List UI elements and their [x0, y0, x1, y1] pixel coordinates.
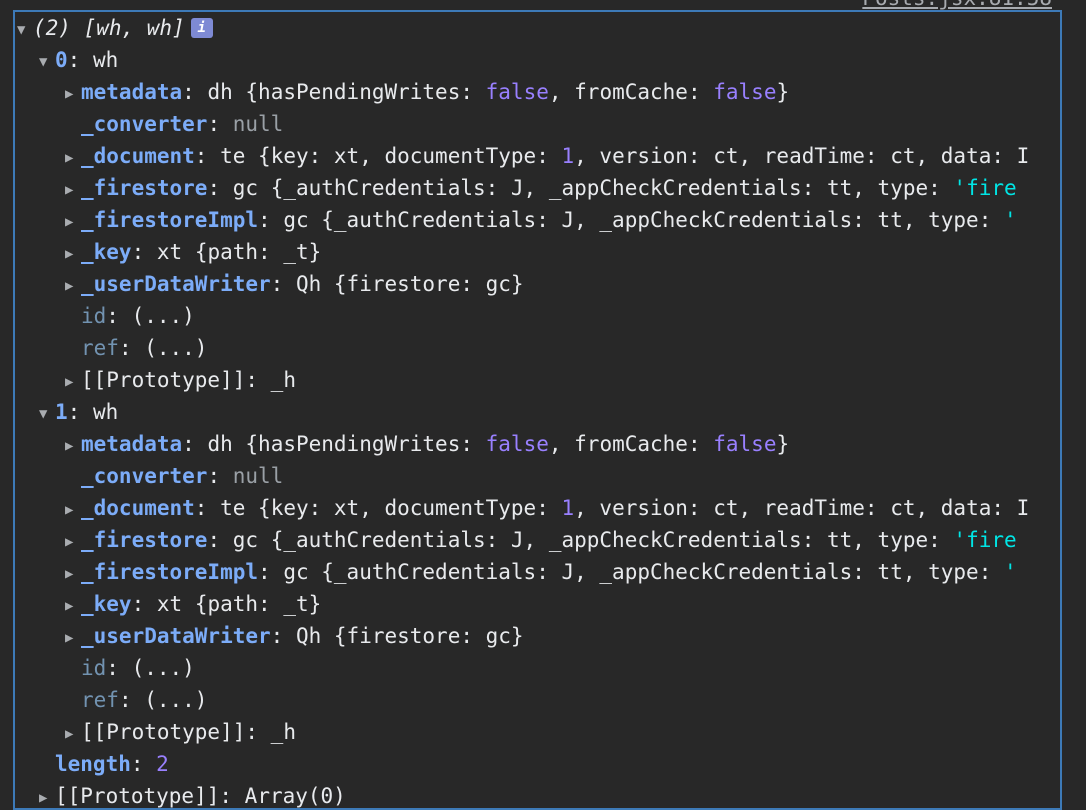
collapse-triangle-icon[interactable]: ▶: [65, 78, 81, 110]
property-row-converter: _converter: null: [81, 464, 284, 488]
array-summary: (2) [wh, wh]: [33, 16, 185, 40]
collapse-triangle-icon[interactable]: ▶: [65, 590, 81, 622]
property-row-document[interactable]: ▶ _document: te {key: xt, documentType: 1…: [65, 140, 1029, 172]
collapse-triangle-icon[interactable]: ▶: [65, 366, 81, 398]
property-row-metadata[interactable]: ▶ metadata: dh {hasPendingWrites: false, …: [65, 76, 789, 108]
console-object-tree: ▼ (2) [wh, wh] i ▼ 0: wh ▶ metadata: dh {has…: [13, 10, 1062, 810]
property-row-user-data-writer[interactable]: ▶ _userDataWriter: Qh {firestore: gc}: [65, 620, 524, 652]
collapse-triangle-icon[interactable]: ▶: [65, 494, 81, 526]
collapse-triangle-icon[interactable]: ▶: [65, 526, 81, 558]
source-link[interactable]: Posts.jsx:81:58: [862, 0, 1052, 10]
property-row-user-data-writer[interactable]: ▶ _userDataWriter: Qh {firestore: gc}: [65, 268, 524, 300]
property-row-array-prototype[interactable]: ▶ [[Prototype]]: Array(0): [39, 780, 346, 808]
collapse-triangle-icon[interactable]: ▶: [65, 718, 81, 750]
array-root-row[interactable]: ▼ (2) [wh, wh] i: [17, 12, 213, 44]
property-row-prototype[interactable]: ▶ [[Prototype]]: _h: [65, 364, 296, 396]
property-row-firestore[interactable]: ▶ _firestore: gc {_authCredentials: J, _a…: [65, 524, 1017, 556]
property-row-converter: _converter: null: [81, 112, 284, 136]
collapse-triangle-icon[interactable]: ▶: [65, 270, 81, 302]
property-row-metadata[interactable]: ▶ metadata: dh {hasPendingWrites: false, …: [65, 428, 789, 460]
property-row-firestore-impl[interactable]: ▶ _firestoreImpl: gc {_authCredentials: J…: [65, 556, 1017, 588]
collapse-triangle-icon[interactable]: ▶: [65, 142, 81, 174]
property-row-ref[interactable]: ref: (...): [65, 332, 207, 364]
collapse-triangle-icon[interactable]: ▶: [65, 558, 81, 590]
property-row-firestore-impl[interactable]: ▶ _firestoreImpl: gc {_authCredentials: J…: [65, 204, 1017, 236]
property-row-document[interactable]: ▶ _document: te {key: xt, documentType: 1…: [65, 492, 1029, 524]
property-row-id[interactable]: id: (...): [65, 300, 195, 332]
property-row-key[interactable]: ▶ _key: xt {path: _t}: [65, 588, 321, 620]
collapse-triangle-icon[interactable]: ▶: [65, 238, 81, 270]
collapse-triangle-icon[interactable]: ▶: [65, 174, 81, 206]
expand-triangle-icon[interactable]: ▼: [17, 14, 33, 46]
collapse-triangle-icon[interactable]: ▶: [65, 622, 81, 654]
property-row-prototype[interactable]: ▶ [[Prototype]]: _h: [65, 716, 296, 748]
property-row-firestore[interactable]: ▶ _firestore: gc {_authCredentials: J, _a…: [65, 172, 1017, 204]
expand-triangle-icon[interactable]: ▼: [39, 46, 55, 78]
collapse-triangle-icon[interactable]: ▶: [39, 782, 55, 808]
expand-triangle-icon[interactable]: ▼: [39, 398, 55, 430]
array-item-row[interactable]: ▼ 0: wh: [39, 44, 118, 76]
info-icon[interactable]: i: [190, 18, 213, 38]
collapse-triangle-icon[interactable]: ▶: [65, 206, 81, 238]
property-row-length: length: 2: [55, 752, 169, 776]
property-row-key[interactable]: ▶ _key: xt {path: _t}: [65, 236, 321, 268]
array-item-row[interactable]: ▼ 1: wh: [39, 396, 118, 428]
collapse-triangle-icon[interactable]: ▶: [65, 430, 81, 462]
property-row-id[interactable]: id: (...): [65, 652, 195, 684]
property-row-ref[interactable]: ref: (...): [65, 684, 207, 716]
